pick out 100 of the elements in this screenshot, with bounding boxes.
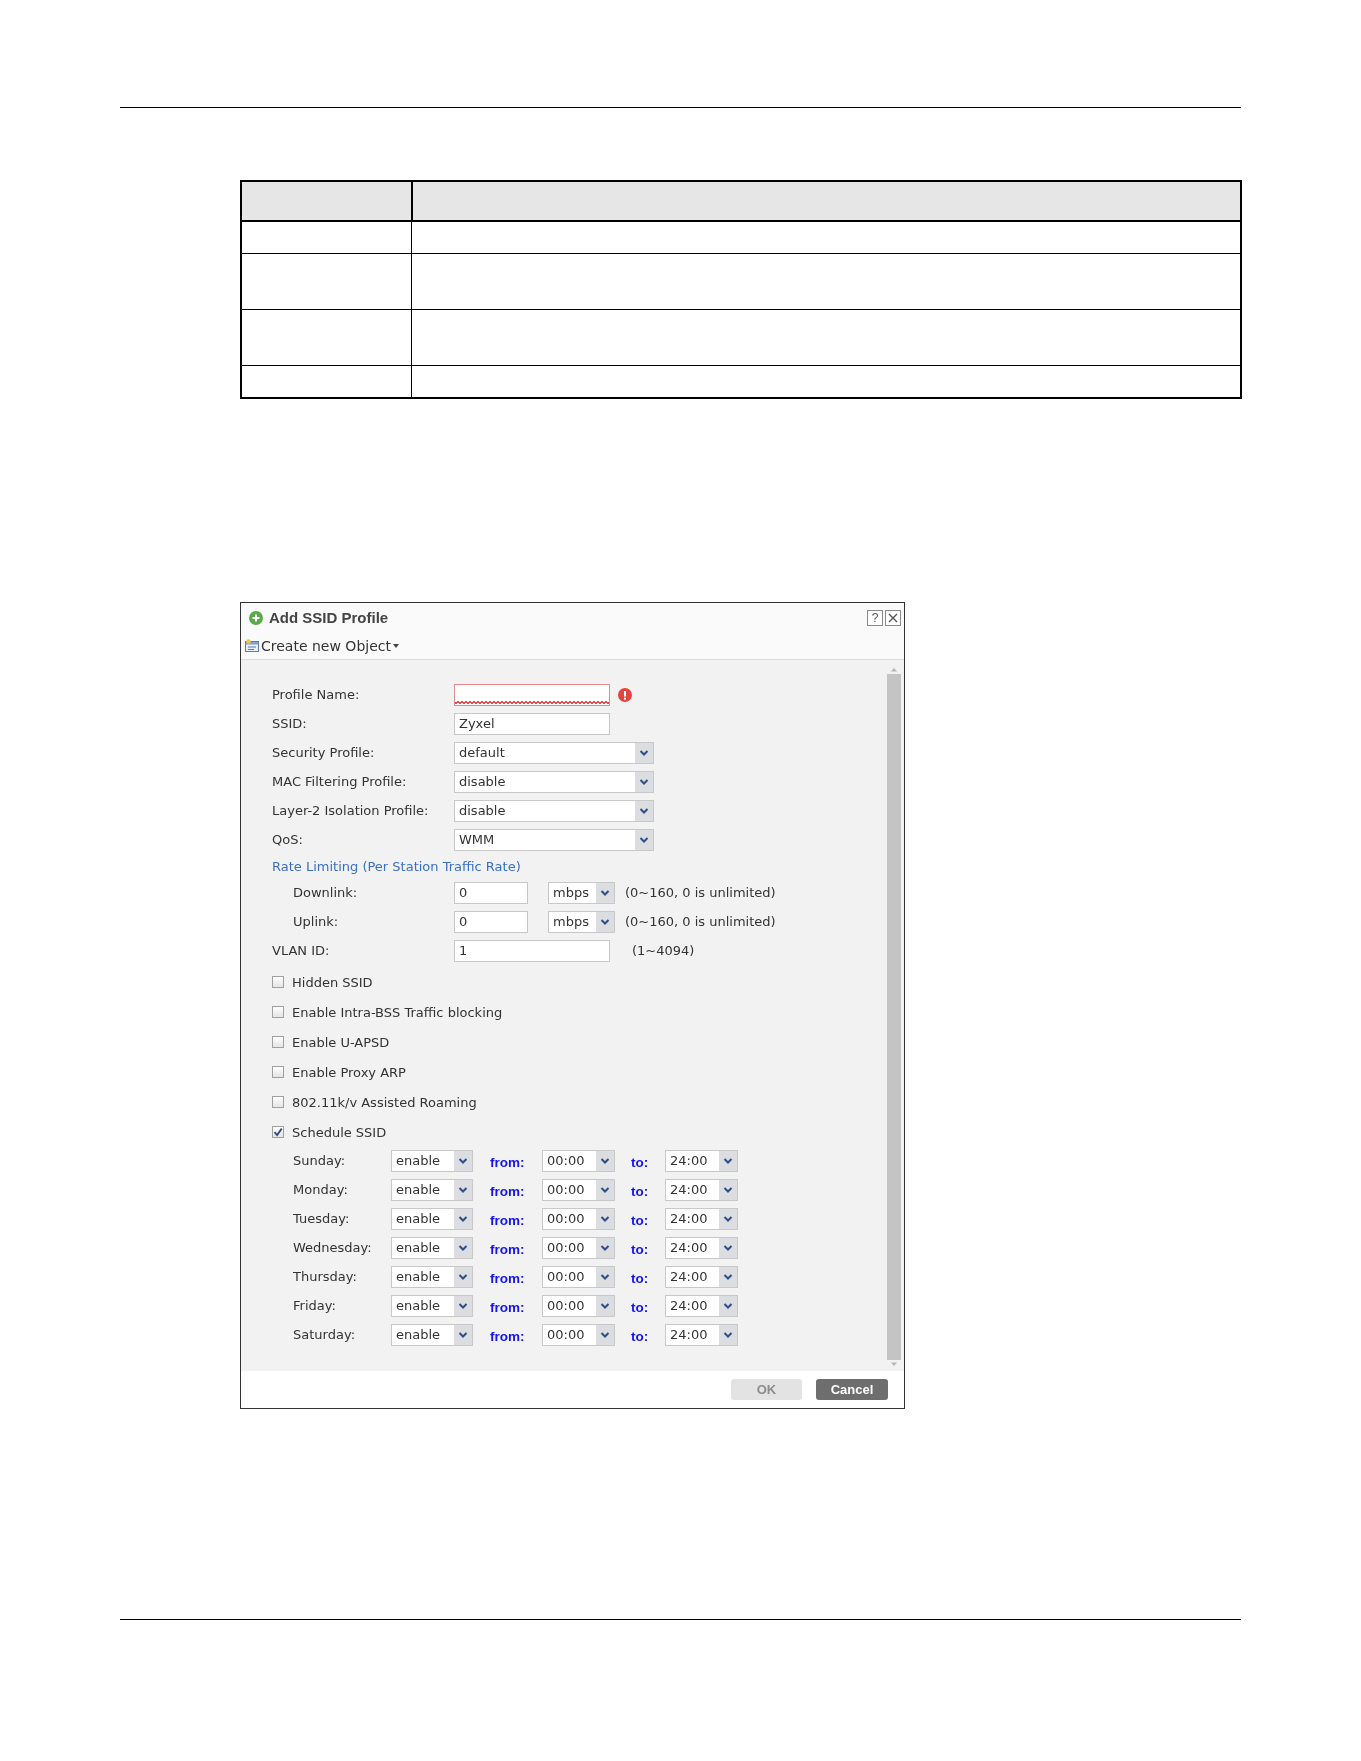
day-label: Thursday: (293, 1269, 357, 1284)
text-field[interactable] (454, 683, 610, 706)
dropdown[interactable]: WMM (454, 828, 654, 851)
to-label: to: (631, 1270, 649, 1286)
checkbox[interactable] (272, 1036, 284, 1048)
to-label: to: (631, 1212, 649, 1228)
chevron-down-icon (454, 1208, 472, 1229)
chevron-down-icon (596, 1295, 614, 1316)
field-label: Security Profile: (272, 745, 375, 760)
chevron-down-icon (596, 1266, 614, 1287)
dropdown[interactable]: mbps (548, 910, 615, 933)
day-label: Wednesday: (293, 1240, 372, 1255)
checkbox-label: Enable Intra-BSS Traffic blocking (292, 1004, 503, 1020)
chevron-down-icon (596, 882, 614, 903)
chevron-down-icon (635, 800, 653, 821)
checkbox-label: 802.11k/v Assisted Roaming (292, 1094, 477, 1110)
chevron-down-icon (596, 1237, 614, 1258)
from-label: from: (490, 1299, 525, 1315)
day-label: Tuesday: (293, 1211, 350, 1226)
from-label: from: (490, 1328, 525, 1344)
close-icon[interactable] (885, 609, 901, 626)
dropdown[interactable]: 24:00 (665, 1149, 738, 1172)
checkbox[interactable] (272, 1066, 284, 1078)
chevron-down-icon (454, 1150, 472, 1171)
dropdown[interactable]: 24:00 (665, 1178, 738, 1201)
checkbox[interactable] (272, 976, 284, 988)
dropdown[interactable]: 24:00 (665, 1236, 738, 1259)
dropdown[interactable]: 00:00 (542, 1149, 615, 1172)
dropdown[interactable]: 00:00 (542, 1178, 615, 1201)
day-label: Friday: (293, 1298, 336, 1313)
to-label: to: (631, 1328, 649, 1344)
chevron-down-icon (635, 829, 653, 850)
from-label: from: (490, 1154, 525, 1170)
dropdown[interactable]: enable (391, 1207, 473, 1230)
day-label: Monday: (293, 1182, 348, 1197)
dropdown[interactable]: 24:00 (665, 1294, 738, 1317)
to-label: to: (631, 1183, 649, 1199)
chevron-down-icon (719, 1208, 737, 1229)
checkbox-label: Schedule SSID (292, 1124, 387, 1140)
dropdown[interactable]: enable (391, 1265, 473, 1288)
to-label: to: (631, 1241, 649, 1257)
dropdown[interactable]: enable (391, 1149, 473, 1172)
field-label: Profile Name: (272, 687, 360, 702)
dropdown[interactable]: 24:00 (665, 1323, 738, 1346)
dropdown[interactable]: 00:00 (542, 1207, 615, 1230)
chevron-down-icon (635, 771, 653, 792)
dropdown[interactable]: 00:00 (542, 1294, 615, 1317)
day-label: Saturday: (293, 1327, 356, 1342)
scrollbar-thumb[interactable] (887, 674, 901, 1360)
dropdown[interactable]: enable (391, 1178, 473, 1201)
checkbox-label: Enable Proxy ARP (292, 1064, 406, 1080)
dialog-title: Add SSID Profile (269, 609, 389, 626)
checkbox-label: Hidden SSID (292, 974, 373, 990)
text-field[interactable]: 1 (454, 939, 610, 962)
dropdown[interactable]: default (454, 741, 654, 764)
dropdown[interactable]: enable (391, 1294, 473, 1317)
number-field[interactable]: 0 (454, 910, 528, 933)
dropdown[interactable]: enable (391, 1323, 473, 1346)
from-label: from: (490, 1212, 525, 1228)
dropdown[interactable]: 00:00 (542, 1323, 615, 1346)
dropdown[interactable]: 00:00 (542, 1236, 615, 1259)
chevron-down-icon (719, 1266, 737, 1287)
chevron-down-icon (719, 1324, 737, 1345)
chevron-down-icon (596, 1324, 614, 1345)
from-label: from: (490, 1183, 525, 1199)
chevron-down-icon (596, 1150, 614, 1171)
field-label: SSID: (272, 716, 307, 731)
field-label: MAC Filtering Profile: (272, 774, 407, 789)
dropdown[interactable]: 24:00 (665, 1265, 738, 1288)
dropdown[interactable]: enable (391, 1236, 473, 1259)
help-button[interactable]: ? (867, 609, 883, 626)
dropdown[interactable]: 24:00 (665, 1207, 738, 1230)
error-icon (618, 687, 632, 702)
card-icon (245, 639, 259, 652)
to-label: to: (631, 1299, 649, 1315)
field-hint: (0~160, 0 is unlimited) (625, 885, 776, 900)
checkbox[interactable] (272, 1126, 284, 1138)
field-label: Layer-2 Isolation Profile: (272, 803, 429, 818)
chevron-down-icon (454, 1266, 472, 1287)
dropdown[interactable]: mbps (548, 881, 615, 904)
dropdown[interactable]: 00:00 (542, 1265, 615, 1288)
field-hint: (0~160, 0 is unlimited) (625, 914, 776, 929)
create-object-menu[interactable]: Create new Object (245, 637, 399, 654)
text-field[interactable]: Zyxel (454, 712, 610, 735)
chevron-down-icon (454, 1237, 472, 1258)
number-field[interactable]: 0 (454, 881, 528, 904)
field-hint: (1~4094) (632, 943, 695, 958)
checkbox-label: Enable U-APSD (292, 1034, 390, 1050)
from-label: from: (490, 1270, 525, 1286)
to-label: to: (631, 1154, 649, 1170)
dropdown[interactable]: disable (454, 770, 654, 793)
dropdown[interactable]: disable (454, 799, 654, 822)
chevron-down-icon (719, 1179, 737, 1200)
caret-down-icon (392, 643, 399, 648)
checkbox[interactable] (272, 1096, 284, 1108)
day-label: Sunday: (293, 1153, 346, 1168)
chevron-down-icon (596, 911, 614, 932)
dialog-button[interactable]: Cancel (816, 1379, 888, 1400)
checkbox[interactable] (272, 1006, 284, 1018)
chevron-down-icon (719, 1150, 737, 1171)
